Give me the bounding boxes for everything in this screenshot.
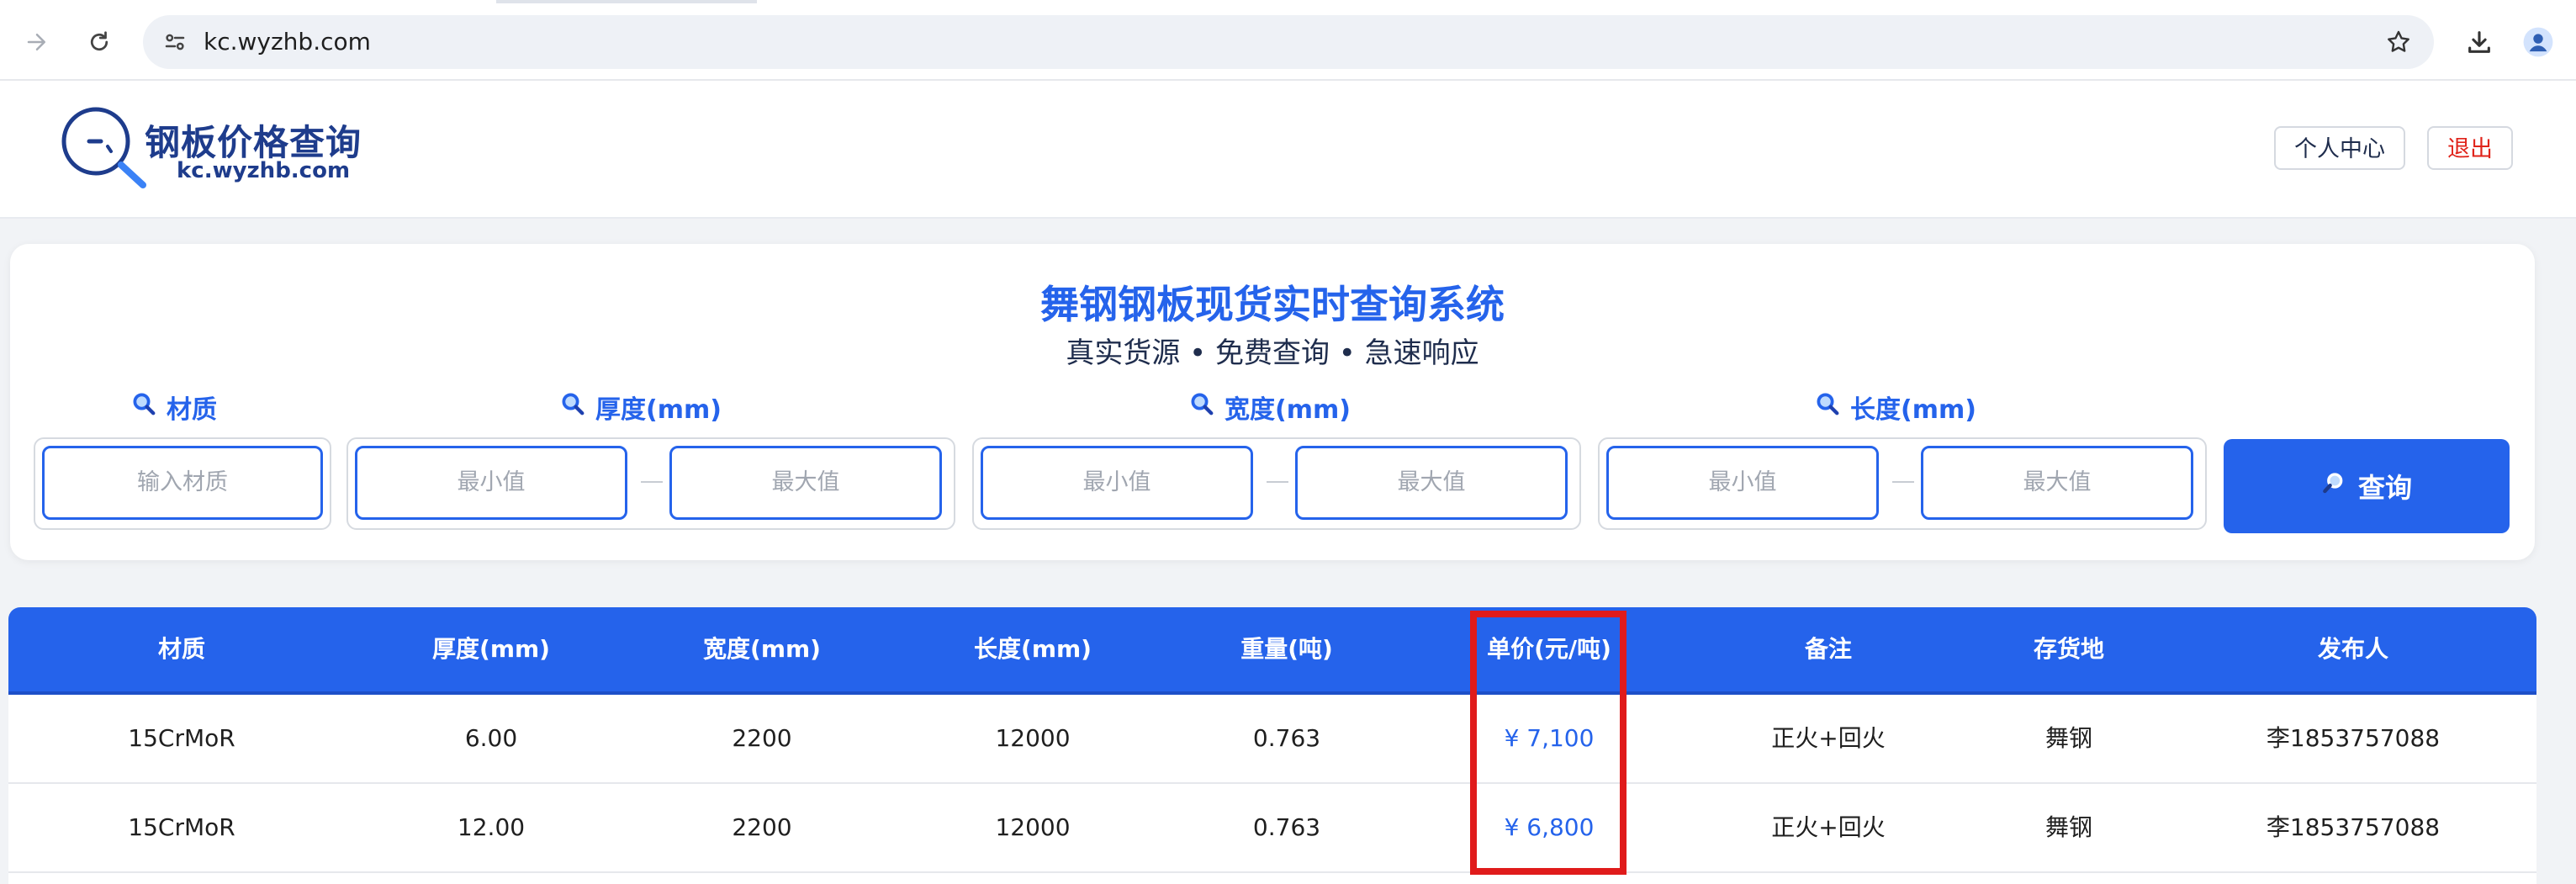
length-cell: 12000 <box>995 813 1071 841</box>
width-cell: 2200 <box>732 724 792 752</box>
thickness-cell: 12.00 <box>457 813 526 841</box>
width-label-text: 宽度(mm) <box>1225 395 1351 425</box>
reload-icon[interactable] <box>81 24 118 61</box>
material-cell: 15CrMoR <box>128 813 235 841</box>
thickness-label: 厚度(mm) <box>560 389 722 426</box>
forward-icon[interactable] <box>19 24 56 61</box>
search-icon <box>1815 391 1840 423</box>
table-row[interactable]: 15CrMoR 12.00 2200 12000 0.763 ¥ 6,800 正… <box>8 784 2536 873</box>
material-label: 材质 <box>131 389 217 426</box>
material-cell: 15CrMoR <box>128 724 235 752</box>
location-cell: 舞钢 <box>2044 724 2093 752</box>
range-separator <box>641 481 663 483</box>
material-input[interactable]: 输入材质 <box>42 446 323 520</box>
column-header[interactable]: 宽度(mm) <box>703 607 821 691</box>
width-max-input[interactable]: 最大值 <box>1295 446 1568 520</box>
column-header[interactable]: 厚度(mm) <box>432 607 550 691</box>
remark-cell: 正火+回火 <box>1771 724 1886 752</box>
search-panel: 舞钢钢板现货实时查询系统 真实货源 • 免费查询 • 急速响应 材质 输入材质 … <box>10 244 2535 560</box>
logout-button[interactable]: 退出 <box>2427 126 2513 170</box>
length-label: 长度(mm) <box>1815 389 1976 426</box>
weight-cell: 0.763 <box>1252 724 1321 752</box>
url-text[interactable]: kc.wyzhb.com <box>204 15 371 69</box>
download-icon[interactable] <box>2461 24 2498 61</box>
material-field-group: 输入材质 <box>34 437 331 530</box>
system-subtitle: 真实货源 • 免费查询 • 急速响应 <box>1066 336 1479 370</box>
search-button[interactable]: 查询 <box>2224 439 2510 533</box>
publisher-cell: 李1853757088 <box>2266 724 2441 752</box>
logo-icon <box>59 104 158 188</box>
search-icon <box>131 391 156 423</box>
thickness-min-input[interactable]: 最小值 <box>355 446 627 520</box>
price-column-highlight <box>1470 611 1627 875</box>
column-header[interactable]: 材质 <box>158 607 205 691</box>
width-field-group: 最小值 最大值 <box>972 437 1581 530</box>
length-max-input[interactable]: 最大值 <box>1921 446 2193 520</box>
star-icon[interactable] <box>2382 25 2415 59</box>
thickness-label-text: 厚度(mm) <box>595 395 722 425</box>
column-header[interactable]: 发布人 <box>2318 607 2388 691</box>
thickness-field-group: 最小值 最大值 <box>346 437 955 530</box>
material-label-text: 材质 <box>167 395 217 425</box>
table-row <box>8 873 2536 884</box>
system-title: 舞钢钢板现货实时查询系统 <box>1040 282 1505 327</box>
publisher-cell: 李1853757088 <box>2266 813 2441 841</box>
site-header: 钢板价格查询 kc.wyzhb.com 个人中心 退出 <box>0 81 2576 219</box>
results-table: 材质 厚度(mm) 宽度(mm) 长度(mm) 重量(吨) 单价(元/吨) 备注… <box>8 607 2536 884</box>
address-bar[interactable]: kc.wyzhb.com <box>143 15 2434 69</box>
length-label-text: 长度(mm) <box>1850 395 1976 425</box>
table-header: 材质 厚度(mm) 宽度(mm) 长度(mm) 重量(吨) 单价(元/吨) 备注… <box>8 607 2536 695</box>
browser-toolbar: kc.wyzhb.com <box>0 3 2576 81</box>
column-header[interactable]: 长度(mm) <box>974 607 1092 691</box>
length-cell: 12000 <box>995 724 1071 752</box>
site-settings-icon[interactable] <box>158 25 192 59</box>
thickness-max-input[interactable]: 最大值 <box>669 446 942 520</box>
width-min-input[interactable]: 最小值 <box>981 446 1253 520</box>
search-icon <box>2321 470 2346 502</box>
profile-icon[interactable] <box>2520 24 2557 61</box>
width-cell: 2200 <box>732 813 792 841</box>
length-min-input[interactable]: 最小值 <box>1606 446 1879 520</box>
weight-cell: 0.763 <box>1252 813 1321 841</box>
remark-cell: 正火+回火 <box>1771 813 1886 841</box>
logo-domain: kc.wyzhb.com <box>177 158 351 183</box>
length-field-group: 最小值 最大值 <box>1598 437 2207 530</box>
user-center-button[interactable]: 个人中心 <box>2274 126 2405 170</box>
thickness-cell: 6.00 <box>464 724 518 752</box>
range-separator <box>1267 481 1288 483</box>
width-label: 宽度(mm) <box>1189 389 1351 426</box>
column-header[interactable]: 备注 <box>1805 607 1852 691</box>
range-separator <box>1892 481 1914 483</box>
search-button-label: 查询 <box>2357 472 2412 504</box>
table-row[interactable]: 15CrMoR 6.00 2200 12000 0.763 ¥ 7,100 正火… <box>8 695 2536 784</box>
column-header[interactable]: 存货地 <box>2034 607 2104 691</box>
column-header[interactable]: 重量(吨) <box>1240 607 1333 691</box>
search-icon <box>1189 391 1214 423</box>
search-icon <box>560 391 585 423</box>
location-cell: 舞钢 <box>2044 813 2093 841</box>
